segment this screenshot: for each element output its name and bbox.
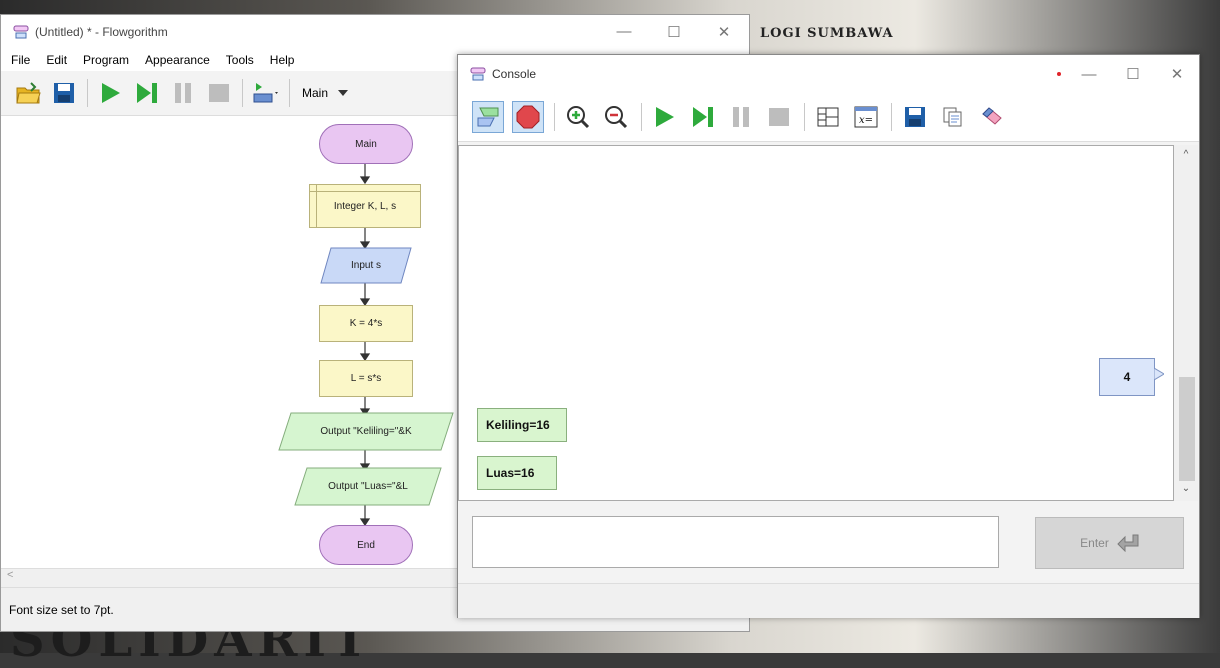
start-label: Main [355,138,377,150]
toolbar-separator [289,79,290,107]
output-keliling-label: Output "Keliling="&K [320,426,412,437]
console-maximize-button[interactable]: ☐ [1111,65,1155,83]
scroll-down-icon[interactable]: ⌄ [1174,483,1198,494]
flowgorithm-logo-icon [13,25,29,39]
toolbar-separator [242,79,243,107]
output-bubble-text: Keliling=16 [486,418,550,432]
assign-l-box[interactable]: L = s*s [319,360,413,397]
output-bubble: Luas=16 [477,456,557,490]
zoom-in-icon[interactable] [563,102,593,132]
flowgorithm-logo-icon [470,67,486,81]
input-bubble: 4 [1099,358,1155,396]
console-save-icon[interactable] [900,102,930,132]
assign-l-label: L = s*s [350,373,382,384]
chevron-down-icon [338,90,349,96]
pause-icon[interactable] [168,78,198,108]
status-text: Font size set to 7pt. [9,602,114,617]
menu-tools[interactable]: Tools [226,53,254,67]
step-icon[interactable] [132,78,162,108]
console-close-button[interactable]: ✕ [1155,65,1199,83]
assign-k-box[interactable]: K = 4*s [319,305,413,342]
layout-dropdown-icon[interactable] [251,78,281,108]
zoom-out-icon[interactable] [601,102,631,132]
input-bubble-text: 4 [1123,370,1131,384]
toolbar-separator [891,103,892,131]
function-select[interactable]: Main [302,86,349,100]
main-window-title: (Untitled) * - Flowgorithm [35,25,168,39]
output-bubble-text: Luas=16 [486,466,535,480]
toolbar-separator [641,103,642,131]
console-step-icon[interactable] [688,102,718,132]
enter-button-label: Enter [1080,536,1109,550]
output-bubble: Keliling=16 [477,408,567,442]
unsaved-indicator [1057,72,1061,76]
layout-panel-icon[interactable] [813,102,843,132]
start-terminal[interactable]: Main [319,124,413,164]
menu-program[interactable]: Program [83,53,129,67]
breakpoint-icon[interactable] [512,101,544,133]
menu-file[interactable]: File [11,53,30,67]
scroll-up-icon[interactable]: ^ [1174,149,1198,160]
console-minimize-button[interactable]: — [1067,66,1111,83]
main-titlebar[interactable]: (Untitled) * - Flowgorithm — ☐ ✕ [1,15,749,49]
console-run-icon[interactable] [650,102,680,132]
declare-box[interactable]: Integer K, L, s [309,184,421,228]
console-output[interactable]: 4 Keliling=16 Luas=16 [458,145,1174,501]
console-bottom-bar [458,583,1199,618]
menu-help[interactable]: Help [270,53,295,67]
output-keliling-label-wrap: Output "Keliling="&K [279,413,453,450]
console-title: Console [492,67,537,81]
input-label-wrap: Input s [321,248,411,283]
chat-view-icon[interactable] [472,101,504,133]
menu-appearance[interactable]: Appearance [145,53,210,67]
output-luas-label: Output "Luas="&L [328,481,408,492]
console-stop-icon[interactable] [764,102,794,132]
enter-button[interactable]: Enter [1035,517,1184,569]
toolbar-separator [87,79,88,107]
output-luas-label-wrap: Output "Luas="&L [295,468,441,505]
maximize-button[interactable]: ☐ [649,23,699,41]
copy-icon[interactable] [938,102,968,132]
enter-arrow-icon [1117,534,1139,552]
console-pause-icon[interactable] [726,102,756,132]
vertical-scrollbar[interactable]: ^ ⌄ [1174,145,1198,501]
console-window: Console — ☐ ✕ x= 4 Keliling=16 Luas=16 ^… [457,54,1200,618]
minimize-button[interactable]: — [599,23,649,41]
toolbar-separator [554,103,555,131]
console-titlebar[interactable]: Console — ☐ ✕ [458,55,1199,93]
end-terminal[interactable]: End [319,525,413,565]
console-toolbar: x= [458,93,1199,142]
svg-text:x=: x= [859,115,873,126]
background-poster-subtext: LOGI SUMBAWA [760,26,894,41]
open-folder-icon[interactable] [13,78,43,108]
end-label: End [357,539,375,551]
console-input-field[interactable] [472,516,999,568]
stop-icon[interactable] [204,78,234,108]
variable-watch-icon[interactable]: x= [851,102,881,132]
input-bubble-tail [1154,368,1164,380]
close-button[interactable]: ✕ [699,23,749,41]
scroll-left-icon[interactable]: < [7,569,13,581]
scrollbar-thumb[interactable] [1179,377,1195,481]
run-icon[interactable] [96,78,126,108]
declare-label: Integer K, L, s [333,200,397,212]
function-select-value: Main [302,86,329,100]
input-label: Input s [350,260,382,271]
toolbar-separator [804,103,805,131]
save-icon[interactable] [49,78,79,108]
assign-k-label: K = 4*s [349,318,383,329]
eraser-icon[interactable] [976,102,1006,132]
menu-edit[interactable]: Edit [46,53,67,67]
